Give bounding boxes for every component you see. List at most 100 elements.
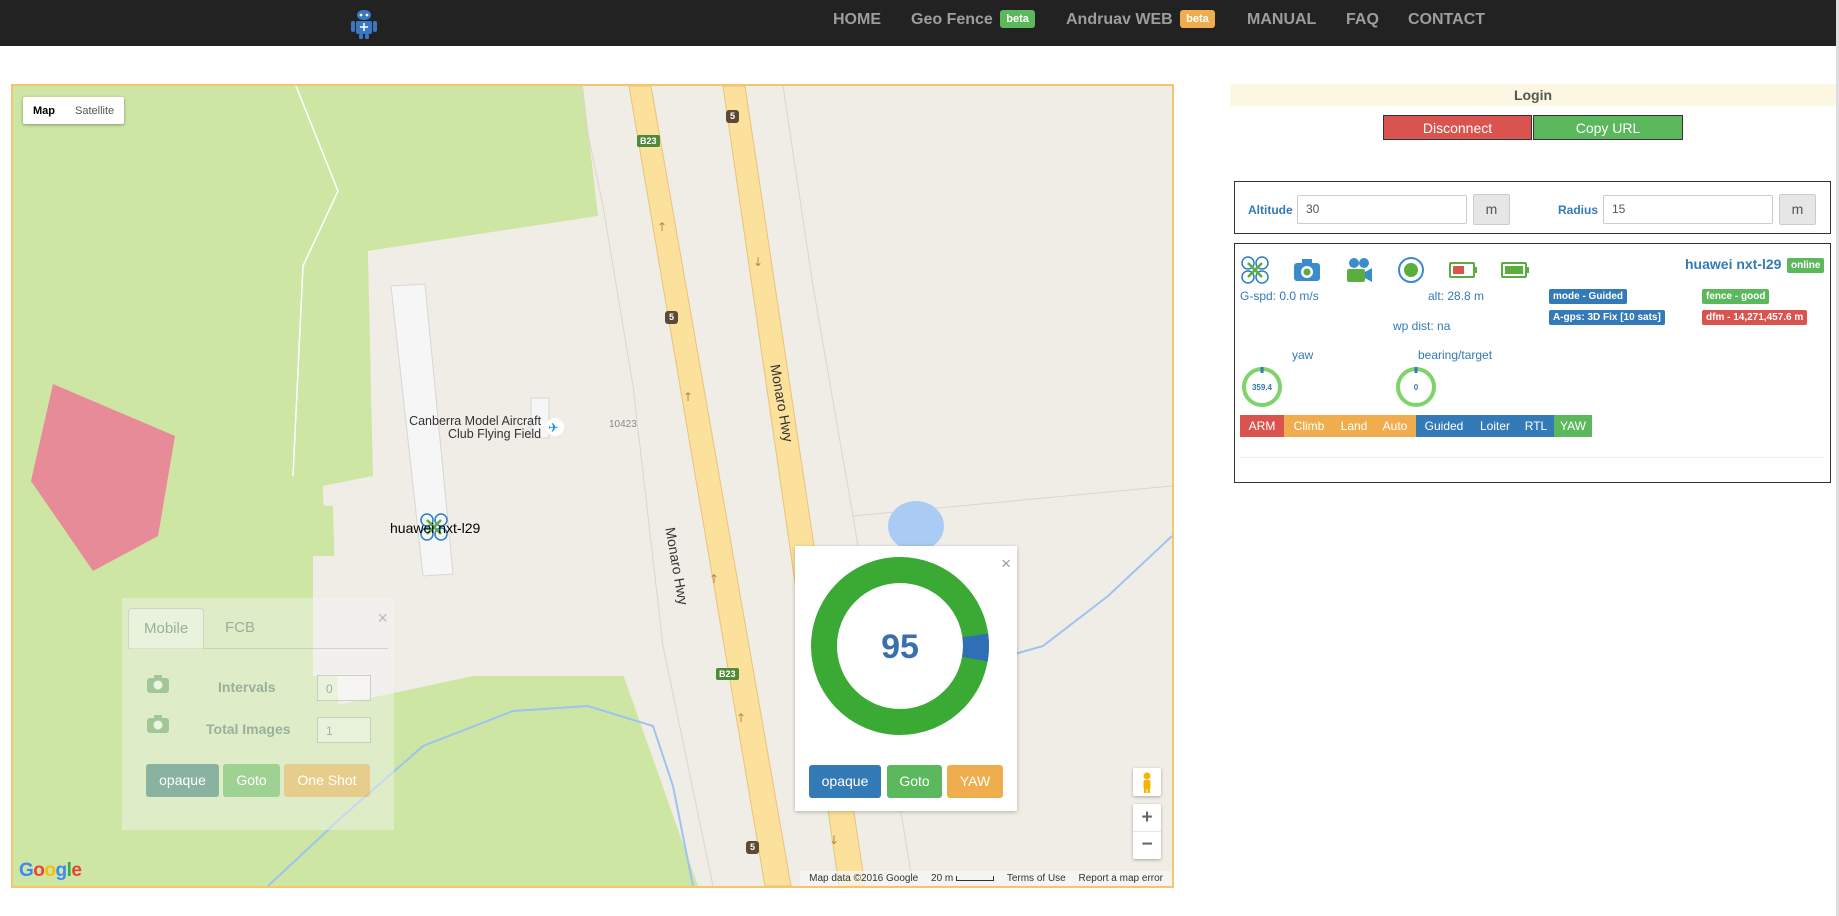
map-type-map-button[interactable]: Map (23, 97, 65, 124)
yaw-command-button[interactable]: YAW (1554, 415, 1592, 437)
zoom-out-button[interactable]: − (1133, 832, 1161, 859)
divider (1240, 457, 1825, 458)
svg-text:↑: ↑ (736, 711, 746, 725)
opaque-button[interactable]: opaque (809, 765, 881, 798)
svg-text:↑: ↑ (709, 572, 719, 586)
route-shield: B23 (637, 135, 660, 147)
yaw-button[interactable]: YAW (947, 765, 1003, 798)
nav-manual[interactable]: MANUAL (1247, 0, 1316, 46)
yaw-gauge: 359.4 (1242, 367, 1282, 407)
fence-status-badge: fence - good (1702, 289, 1770, 304)
bearing-gauge: 0 (1396, 367, 1436, 407)
percentage-gauge: 95 (811, 557, 989, 735)
login-header: Login (1230, 84, 1836, 106)
battery-low-icon (1449, 262, 1477, 278)
total-images-input[interactable]: 1 (317, 717, 371, 743)
close-icon[interactable]: × (377, 608, 388, 629)
copy-url-button[interactable]: Copy URL (1533, 115, 1683, 140)
svg-text:359.4: 359.4 (1252, 383, 1273, 392)
svg-text:↓: ↓ (829, 833, 839, 847)
opaque-button[interactable]: opaque (146, 764, 219, 797)
mode-badge: mode - Guided (1549, 289, 1627, 304)
arm-button[interactable]: ARM (1240, 415, 1284, 437)
map-attribution: Map data ©2016 Google 20 m Terms of Use … (800, 871, 1172, 886)
radius-input[interactable]: 15 (1603, 195, 1773, 224)
altitude-unit: m (1473, 194, 1510, 225)
loiter-button[interactable]: Loiter (1472, 415, 1518, 437)
radius-unit: m (1779, 194, 1816, 225)
unit-status-card: huawei nxt-l29 online G-spd: 0.0 m/s alt… (1234, 243, 1831, 483)
nav-andruav-web[interactable]: Andruav WEB beta (1066, 0, 1215, 46)
street-view-pegman-icon[interactable] (1133, 768, 1161, 796)
climb-button[interactable]: Climb (1284, 415, 1334, 437)
map-view[interactable]: ↑ ↓ ↑ ↑ ↑ ↓ ✈ Map Satellite Canberra Mod… (11, 84, 1174, 888)
intervals-input[interactable]: 0 (317, 675, 371, 701)
android-drone-logo-icon[interactable] (349, 8, 379, 40)
drone-label: huawei nxt-l29 (390, 520, 481, 536)
scale-text[interactable]: 20 m (931, 873, 995, 884)
radius-label: Radius (1558, 203, 1599, 217)
battery-full-icon (1501, 262, 1529, 278)
route-shield: 5 (746, 841, 759, 854)
one-shot-button[interactable]: One Shot (284, 764, 370, 797)
nav-home[interactable]: HOME (833, 0, 881, 46)
map-data-text: Map data ©2016 Google (809, 873, 919, 884)
beta-badge: beta (1000, 10, 1035, 28)
altitude-text: alt: 28.8 m (1428, 289, 1485, 303)
tab-fcb[interactable]: FCB (210, 608, 270, 648)
goto-button[interactable]: Goto (887, 765, 942, 798)
unit-info-popup: × 95 opaque Goto YAW (795, 546, 1017, 811)
gps-badge: A-gps: 3D Fix [10 sats] (1549, 310, 1665, 325)
nav-contact[interactable]: CONTACT (1408, 0, 1485, 46)
record-icon[interactable] (1396, 255, 1426, 285)
guided-button[interactable]: Guided (1416, 415, 1472, 437)
svg-text:↑: ↑ (683, 390, 693, 404)
terms-of-use-link[interactable]: Terms of Use (1007, 873, 1066, 884)
airfield-label: Canberra Model Aircraft Club Flying Fiel… (409, 414, 542, 441)
route-shield: B23 (716, 668, 739, 680)
yaw-label: yaw (1292, 348, 1314, 362)
google-logo[interactable]: Google (19, 860, 82, 882)
nav-faq[interactable]: FAQ (1346, 0, 1379, 46)
camera-icon (147, 715, 169, 733)
land-button[interactable]: Land (1334, 415, 1374, 437)
goto-button[interactable]: Goto (223, 764, 280, 797)
map-type-satellite-button[interactable]: Satellite (65, 97, 124, 124)
video-camera-icon[interactable] (1344, 255, 1374, 285)
bearing-label: bearing/target (1418, 348, 1493, 362)
gauge-value: 95 (881, 628, 919, 666)
svg-text:↑: ↑ (657, 220, 667, 234)
ground-speed-text: G-spd: 0.0 m/s (1240, 289, 1319, 303)
report-map-error-link[interactable]: Report a map error (1079, 873, 1163, 884)
camera-panel-tabs: Mobile FCB (128, 608, 388, 649)
altitude-label: Altitude (1248, 203, 1293, 217)
total-images-label: Total Images (206, 721, 291, 737)
zoom-control: + − (1133, 804, 1161, 859)
camera-icon[interactable] (1292, 255, 1322, 285)
route-shield: 5 (665, 311, 678, 324)
unit-name[interactable]: huawei nxt-l29 (1685, 256, 1781, 272)
zoom-in-button[interactable]: + (1133, 804, 1161, 832)
road-code-label: 10423 (609, 419, 637, 430)
drone-icon[interactable] (1240, 255, 1270, 285)
intervals-label: Intervals (218, 679, 276, 695)
distance-from-me-badge: dfm - 14,271,457.6 m (1702, 310, 1808, 325)
beta-badge: beta (1180, 10, 1215, 28)
route-shield: 5 (726, 110, 739, 123)
waypoint-distance-text: wp dist: na (1393, 319, 1451, 333)
camera-rotate-icon (147, 675, 169, 693)
map-type-control: Map Satellite (23, 97, 125, 124)
altitude-radius-form: Altitude 30 m Radius 15 m (1234, 181, 1831, 234)
top-navbar: HOME Geo Fence beta Andruav WEB beta MAN… (0, 0, 1839, 46)
camera-control-panel: Mobile FCB × Intervals 0 Total Images 1 … (122, 598, 394, 830)
disconnect-button[interactable]: Disconnect (1383, 115, 1532, 140)
svg-text:✈: ✈ (548, 421, 559, 436)
tab-mobile[interactable]: Mobile (128, 608, 205, 649)
altitude-input[interactable]: 30 (1297, 195, 1467, 224)
svg-text:↓: ↓ (753, 255, 763, 269)
online-status-badge: online (1787, 258, 1825, 273)
auto-button[interactable]: Auto (1374, 415, 1416, 437)
close-icon[interactable]: × (1001, 554, 1011, 574)
nav-geo-fence[interactable]: Geo Fence beta (911, 0, 1035, 46)
rtl-button[interactable]: RTL (1518, 415, 1554, 437)
